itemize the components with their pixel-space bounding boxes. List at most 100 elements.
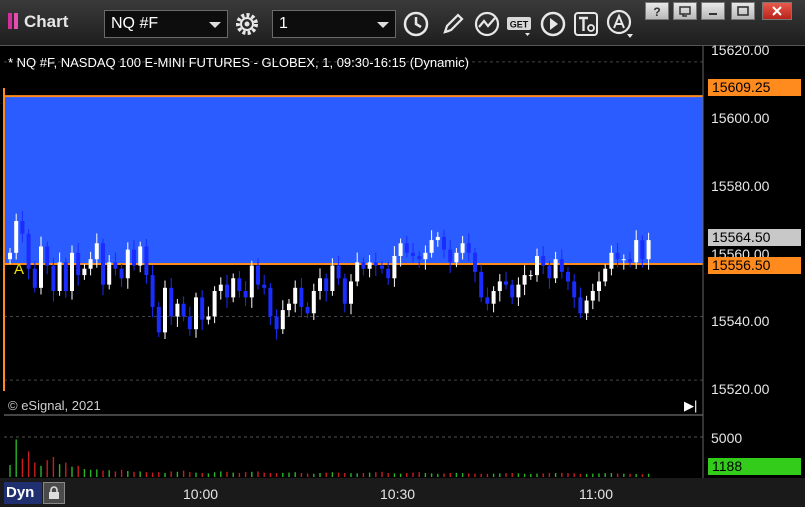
candle-body [485,297,490,304]
candle-body [528,275,533,277]
candle-body [45,246,50,266]
lock-button[interactable] [43,482,65,504]
zone-lower-tag[interactable]: 15556.50 [708,257,801,274]
symbol-settings-button[interactable] [232,10,262,38]
candle-body [367,262,372,269]
minimize-button[interactable] [701,2,725,20]
last-volume-tag: 1188 [708,458,801,475]
candle-body [497,281,502,291]
candle-body [20,221,25,234]
candle-body [311,291,316,314]
candle-body [349,281,353,304]
candle-body [70,252,74,291]
clock-icon [403,11,429,37]
candle-body [88,259,93,269]
candle-body [566,271,570,282]
candle-body [597,281,601,291]
candle-body [231,278,236,298]
candle-body [274,316,279,330]
candle-body [107,262,112,285]
chevron-down-icon[interactable] [377,22,389,28]
candle-body [342,278,347,304]
text-tool-button[interactable] [571,10,601,38]
toolbar: Chart NQ #F 1 GET ? [0,0,805,46]
candle-body [628,259,632,263]
candle-body [200,297,205,320]
candle-body [144,246,149,276]
candle-body [125,249,130,279]
candle-body [553,259,558,279]
interval-combo[interactable]: 1 [272,10,396,38]
candle-body [615,252,620,260]
price-zone[interactable] [4,96,703,264]
candle-body [504,281,508,285]
candle-body [404,243,409,253]
restore-button[interactable] [673,2,697,20]
lock-icon [49,486,59,499]
candle-body [194,297,198,330]
candle-body [355,262,360,282]
candle-body [609,252,614,269]
candle-body [262,284,267,288]
candle-body [82,268,87,276]
candle-body [150,275,155,307]
candle-body [249,265,254,298]
candle-body [621,259,626,261]
candle-body [318,278,322,291]
candle-body [14,221,19,253]
dynamic-button[interactable]: Dyn [4,482,42,504]
candle-body [305,306,310,314]
candle-body [448,249,453,263]
candle-body [256,265,260,285]
chart-canvas[interactable] [0,46,805,507]
price-axis-label: 15580.00 [711,178,770,194]
play-button[interactable] [538,10,568,38]
price-axis-label: 15520.00 [711,381,770,397]
get-data-button[interactable]: GET [505,10,535,38]
price-axis-label: 15620.00 [711,42,770,58]
candle-body [212,291,217,317]
candle-body [454,252,459,263]
studies-button[interactable] [472,10,502,38]
candle-body [94,243,99,260]
volume-bars [9,439,650,477]
candle-body [237,278,242,291]
close-button[interactable] [762,2,792,20]
help-button[interactable]: ? [645,2,669,20]
marker-a[interactable]: A [14,261,24,278]
candle-body [218,284,223,291]
chevron-down-icon[interactable] [209,22,221,28]
candle-body [330,265,335,291]
candle-body [225,284,229,298]
svg-text:GET: GET [510,20,529,30]
app-title: Chart [8,12,68,32]
candle-body [280,310,285,330]
candle-body [547,265,552,279]
chart-app-icon-bar [14,13,18,29]
maximize-button[interactable] [731,2,755,20]
candle-body [113,262,118,269]
zone-upper-tag[interactable]: 15609.25 [708,79,801,96]
svg-text:?: ? [653,5,660,18]
candle-body [435,236,440,241]
time-template-button[interactable] [401,10,431,38]
candle-body [442,236,446,250]
jump-to-end-icon[interactable]: ▶| [684,398,697,414]
time-axis-label: 10:30 [380,486,416,502]
candle-body [386,268,391,279]
candle-body [473,252,477,272]
candle-body [26,233,31,269]
pencil-icon [443,13,464,34]
candle-body [392,256,397,279]
candle-body [156,306,161,333]
alert-button[interactable] [605,9,635,38]
price-axis-label: 15540.00 [711,313,770,329]
symbol-combo[interactable]: NQ #F [104,10,228,38]
chart-app-icon [8,13,12,29]
candle-body [510,284,515,298]
candle-body [206,316,211,320]
candle-body [646,240,651,260]
minimize-icon [709,13,717,15]
candle-body [63,262,68,291]
draw-button[interactable] [438,10,468,38]
